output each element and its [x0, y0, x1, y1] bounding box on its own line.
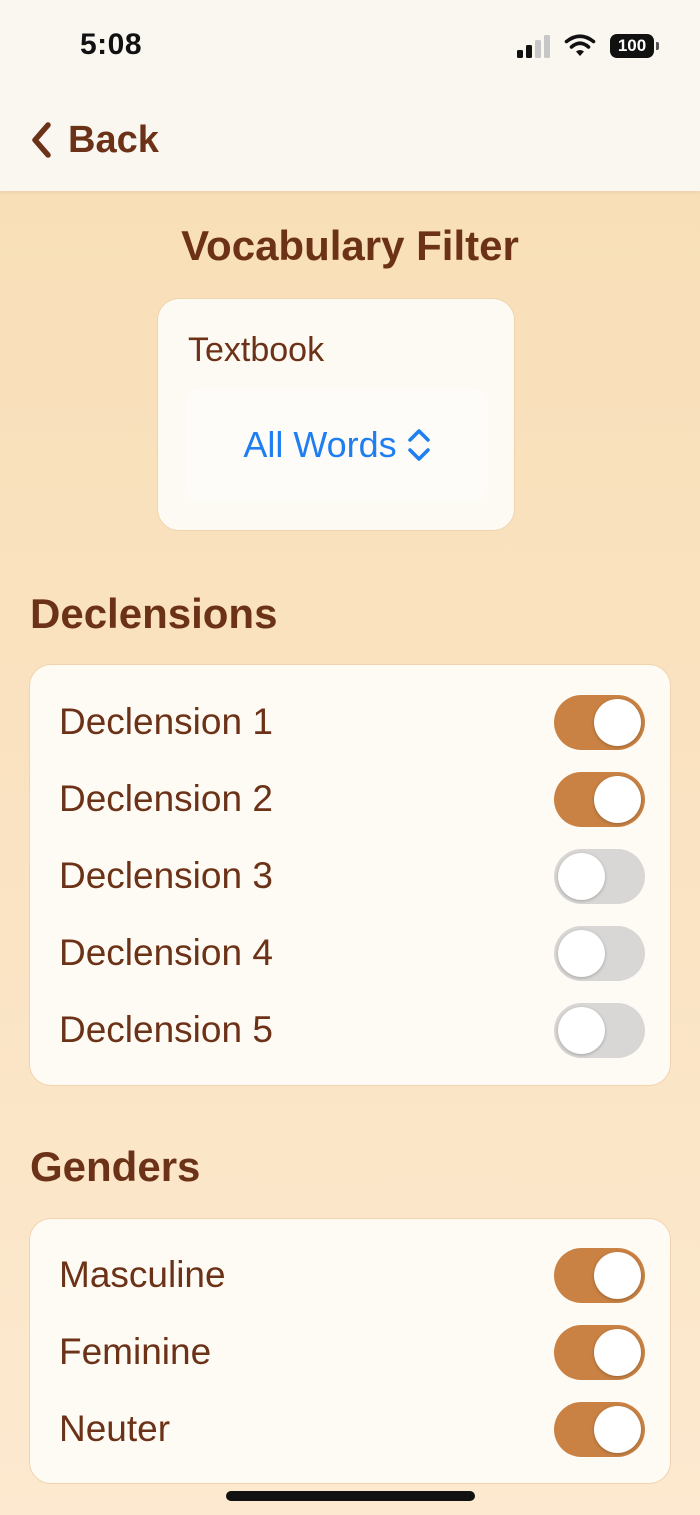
page-title: Vocabulary Filter [181, 222, 519, 269]
declension-1-toggle[interactable] [554, 694, 645, 750]
chevron-left-icon [32, 122, 51, 158]
declension-row-4: Declension 4 [30, 923, 670, 983]
declensions-card: Declension 1 Declension 2 Declension 3 D… [29, 664, 671, 1086]
cellular-signal-icon [517, 34, 550, 58]
toggle-knob [594, 1328, 641, 1376]
masculine-toggle[interactable] [554, 1247, 645, 1303]
toggle-knob [594, 775, 641, 823]
declension-row-3: Declension 3 [30, 846, 670, 906]
toggle-knob [594, 1405, 641, 1453]
declension-4-toggle[interactable] [554, 925, 645, 981]
declension-row-2: Declension 2 [30, 769, 670, 829]
declension-row-5: Declension 5 [30, 1000, 670, 1060]
gender-row-feminine: Feminine [30, 1322, 670, 1382]
battery-level: 100 [617, 36, 647, 55]
chevron-up-down-icon [407, 429, 430, 461]
back-button[interactable]: Back [30, 115, 159, 165]
toggle-knob [594, 1251, 641, 1299]
textbook-picker-value: All Words [243, 424, 397, 465]
declension-2-toggle[interactable] [554, 771, 645, 827]
declension-label: Declension 1 [59, 701, 273, 742]
declension-label: Declension 3 [59, 855, 273, 896]
navigation-bar: Back [0, 95, 700, 191]
gender-row-neuter: Neuter [30, 1399, 670, 1459]
neuter-toggle[interactable] [554, 1401, 645, 1457]
declension-3-toggle[interactable] [554, 848, 645, 904]
declension-label: Declension 4 [59, 932, 273, 973]
genders-heading: Genders [30, 1143, 201, 1190]
declension-label: Declension 2 [59, 778, 273, 819]
gender-label: Masculine [59, 1254, 226, 1295]
textbook-card: Textbook All Words [157, 298, 515, 531]
battery-icon: 100 [610, 34, 659, 58]
toggle-knob [558, 852, 605, 900]
feminine-toggle[interactable] [554, 1324, 645, 1380]
declension-5-toggle[interactable] [554, 1002, 645, 1058]
toggle-knob [558, 929, 605, 977]
home-indicator[interactable] [226, 1491, 475, 1501]
textbook-picker[interactable]: All Words [186, 389, 488, 501]
gender-label: Feminine [59, 1331, 212, 1372]
declensions-heading: Declensions [30, 590, 278, 637]
textbook-label: Textbook [188, 331, 325, 369]
wifi-icon [564, 34, 596, 56]
status-bar: 5:08 100 [0, 0, 700, 95]
declension-label: Declension 5 [59, 1009, 273, 1050]
toggle-knob [594, 698, 641, 746]
genders-card: Masculine Feminine Neuter [29, 1218, 671, 1484]
status-time: 5:08 [80, 28, 143, 61]
declension-row-1: Declension 1 [30, 692, 670, 752]
status-icons: 100 [517, 33, 659, 59]
gender-label: Neuter [59, 1408, 171, 1449]
back-label: Back [68, 118, 159, 161]
toggle-knob [558, 1006, 605, 1054]
gender-row-masculine: Masculine [30, 1245, 670, 1305]
